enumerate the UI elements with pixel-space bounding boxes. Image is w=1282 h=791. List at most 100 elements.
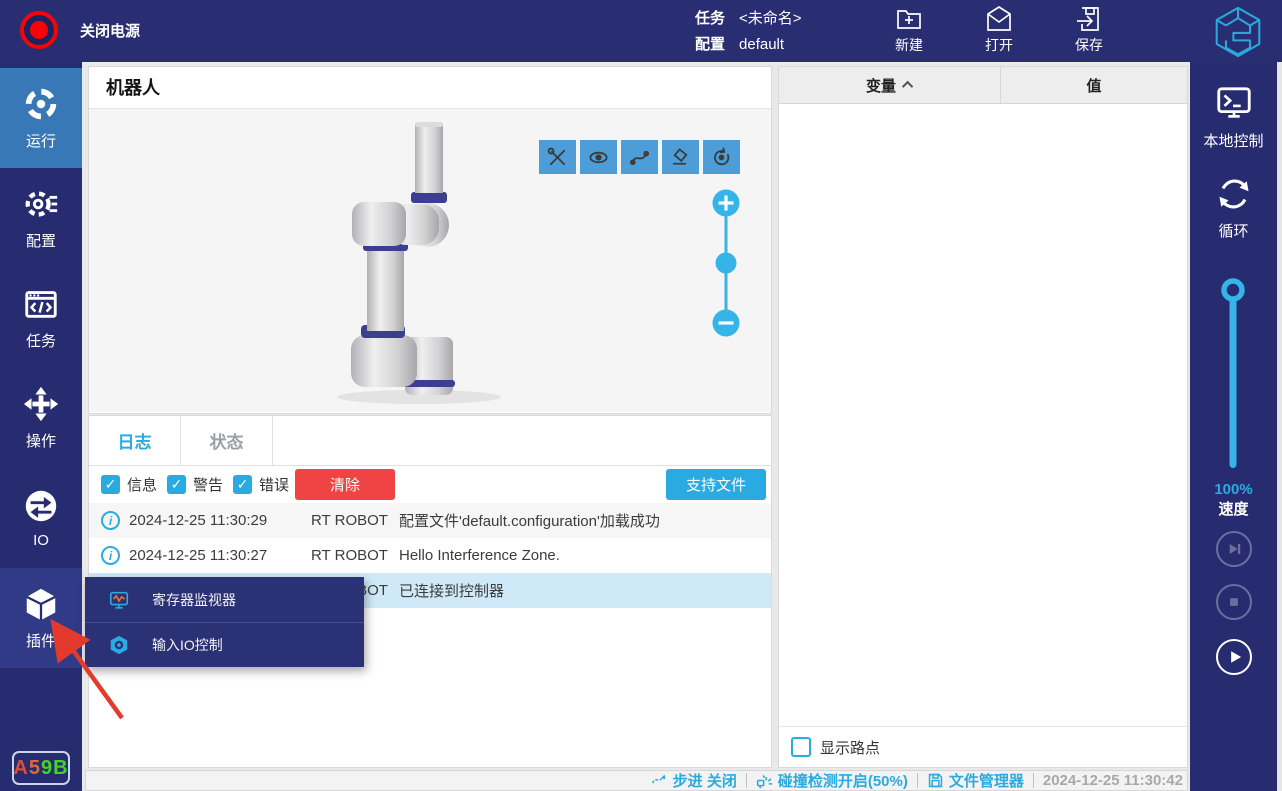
zoom-out-button[interactable] bbox=[713, 310, 740, 337]
filter-error-checkbox[interactable]: ✓ 错误 bbox=[233, 474, 289, 495]
zoom-in-button[interactable] bbox=[713, 190, 740, 217]
filter-warning-checkbox[interactable]: ✓ 警告 bbox=[167, 474, 223, 495]
trajectory-button[interactable] bbox=[621, 140, 658, 174]
sidebar-item-task[interactable]: 任务 bbox=[0, 268, 82, 368]
log-filter-row: ✓ 信息 ✓ 警告 ✓ 错误 清除 支持文件 bbox=[89, 466, 771, 503]
log-row[interactable]: i 2024-12-25 11:30:27 RT ROBOT Hello Int… bbox=[89, 538, 771, 573]
zoom-control bbox=[708, 189, 744, 341]
log-source: RT ROBOT bbox=[311, 512, 399, 529]
open-task-icon bbox=[984, 4, 1014, 34]
loop-label: 循环 bbox=[1218, 220, 1248, 241]
right-control-sidebar: 本地控制 循环 100% 速度 bbox=[1190, 62, 1277, 791]
sidebar-item-plugin[interactable]: 插件 bbox=[0, 568, 82, 668]
filter-info-checkbox[interactable]: ✓ 信息 bbox=[101, 474, 157, 495]
power-icon bbox=[20, 11, 58, 49]
badge-letter: B bbox=[53, 757, 68, 780]
filter-warning-label: 警告 bbox=[193, 474, 223, 495]
visibility-button[interactable] bbox=[580, 140, 617, 174]
sidebar-item-jog[interactable]: 操作 bbox=[0, 368, 82, 468]
step-forward-button[interactable] bbox=[1216, 531, 1252, 567]
reset-view-button[interactable] bbox=[703, 140, 740, 174]
column-label: 值 bbox=[1086, 75, 1101, 96]
scrollbar-track[interactable] bbox=[1277, 62, 1282, 791]
open-task-label: 打开 bbox=[985, 35, 1013, 55]
info-icon: i bbox=[101, 511, 120, 530]
log-row[interactable]: i 2024-12-25 11:30:29 RT ROBOT 配置文件'defa… bbox=[89, 503, 771, 538]
menu-item-register-monitor[interactable]: 寄存器监视器 bbox=[85, 577, 364, 622]
run-icon bbox=[22, 85, 60, 123]
new-task-icon bbox=[894, 4, 924, 34]
checkbox-checked-icon: ✓ bbox=[233, 475, 252, 494]
speed-slider[interactable] bbox=[1216, 278, 1250, 474]
zoom-slider-thumb[interactable] bbox=[716, 253, 737, 274]
status-separator bbox=[1033, 773, 1034, 788]
log-tab-row: 日志 状态 bbox=[89, 416, 771, 466]
sidebar-item-label: 任务 bbox=[26, 330, 56, 351]
view-toolbar bbox=[539, 140, 740, 174]
tab-status[interactable]: 状态 bbox=[181, 416, 273, 465]
step-mode-label: 步进 关闭 bbox=[673, 770, 737, 791]
brand-cube-logo bbox=[1210, 4, 1266, 60]
log-message: Hello Interference Zone. bbox=[399, 547, 771, 564]
sidebar-item-label: IO bbox=[33, 532, 49, 549]
step-mode-status[interactable]: 步进 关闭 bbox=[651, 770, 737, 791]
header-actions: 新建 打开 保存 bbox=[878, 4, 1120, 55]
open-task-button[interactable]: 打开 bbox=[968, 4, 1030, 55]
file-manager-button[interactable]: 文件管理器 bbox=[927, 770, 1024, 791]
collision-detection-status[interactable]: 碰撞检测开启(50%) bbox=[756, 770, 908, 791]
step-mode-icon bbox=[651, 772, 668, 789]
log-source: RT ROBOT bbox=[311, 547, 399, 564]
register-monitor-icon bbox=[108, 589, 130, 611]
checkbox-checked-icon: ✓ bbox=[101, 475, 120, 494]
sort-ascending-icon bbox=[902, 81, 913, 92]
sidebar-item-run[interactable]: 运行 bbox=[0, 68, 82, 168]
input-io-control-icon bbox=[108, 634, 130, 656]
column-label: 变量 bbox=[866, 75, 896, 96]
new-task-label: 新建 bbox=[895, 35, 923, 55]
column-header-value[interactable]: 值 bbox=[1001, 67, 1187, 103]
sidebar-item-label: 操作 bbox=[26, 430, 56, 451]
tools-button[interactable] bbox=[539, 140, 576, 174]
sidebar-item-config[interactable]: 配置 bbox=[0, 168, 82, 268]
robot-3d-view[interactable] bbox=[89, 109, 771, 412]
speed-label: 速度 bbox=[1190, 500, 1277, 520]
status-separator bbox=[917, 773, 918, 788]
task-label: 任务 bbox=[695, 6, 725, 32]
trajectory-path-icon bbox=[628, 146, 651, 169]
plugin-cube-icon bbox=[22, 585, 60, 623]
save-task-button[interactable]: 保存 bbox=[1058, 4, 1120, 55]
stop-icon bbox=[1224, 592, 1244, 612]
power-off-button[interactable]: 关闭电源 bbox=[20, 11, 140, 49]
local-control-button[interactable]: 本地控制 bbox=[1190, 84, 1277, 151]
menu-item-input-io-control[interactable]: 输入IO控制 bbox=[85, 622, 364, 667]
speed-value: 100% bbox=[1190, 480, 1277, 500]
log-message: 配置文件'default.configuration'加载成功 bbox=[399, 510, 771, 531]
collision-detection-label: 碰撞检测开启(50%) bbox=[778, 770, 908, 791]
settings-gear-icon bbox=[22, 185, 60, 223]
play-button[interactable] bbox=[1216, 639, 1252, 675]
status-timestamp: 2024-12-25 11:30:42 bbox=[1043, 772, 1183, 789]
loop-button[interactable]: 循环 bbox=[1190, 174, 1277, 241]
reset-view-icon bbox=[710, 146, 733, 169]
speed-slider-thumb[interactable] bbox=[1224, 281, 1242, 299]
badge-letter: 9 bbox=[41, 757, 53, 780]
clear-log-button[interactable]: 清除 bbox=[295, 469, 395, 500]
local-control-label: 本地控制 bbox=[1203, 130, 1263, 151]
tools-icon bbox=[546, 146, 569, 169]
log-message: 已连接到控制器 bbox=[399, 580, 771, 601]
file-manager-label: 文件管理器 bbox=[949, 770, 1024, 791]
sidebar-item-io[interactable]: IO bbox=[0, 468, 82, 568]
show-waypoints-checkbox[interactable] bbox=[791, 737, 811, 757]
collision-detection-icon bbox=[756, 772, 773, 789]
support-file-button[interactable]: 支持文件 bbox=[666, 469, 766, 500]
robot-panel: 机器人 bbox=[88, 66, 772, 414]
save-task-label: 保存 bbox=[1075, 35, 1103, 55]
step-forward-icon bbox=[1224, 539, 1244, 559]
config-label: 配置 bbox=[695, 32, 725, 58]
tab-log[interactable]: 日志 bbox=[89, 416, 181, 465]
stop-button[interactable] bbox=[1216, 584, 1252, 620]
eraser-button[interactable] bbox=[662, 140, 699, 174]
new-task-button[interactable]: 新建 bbox=[878, 4, 940, 55]
column-header-variable[interactable]: 变量 bbox=[779, 67, 1001, 103]
task-config-info: 任务 <未命名> 配置 default bbox=[695, 6, 802, 58]
